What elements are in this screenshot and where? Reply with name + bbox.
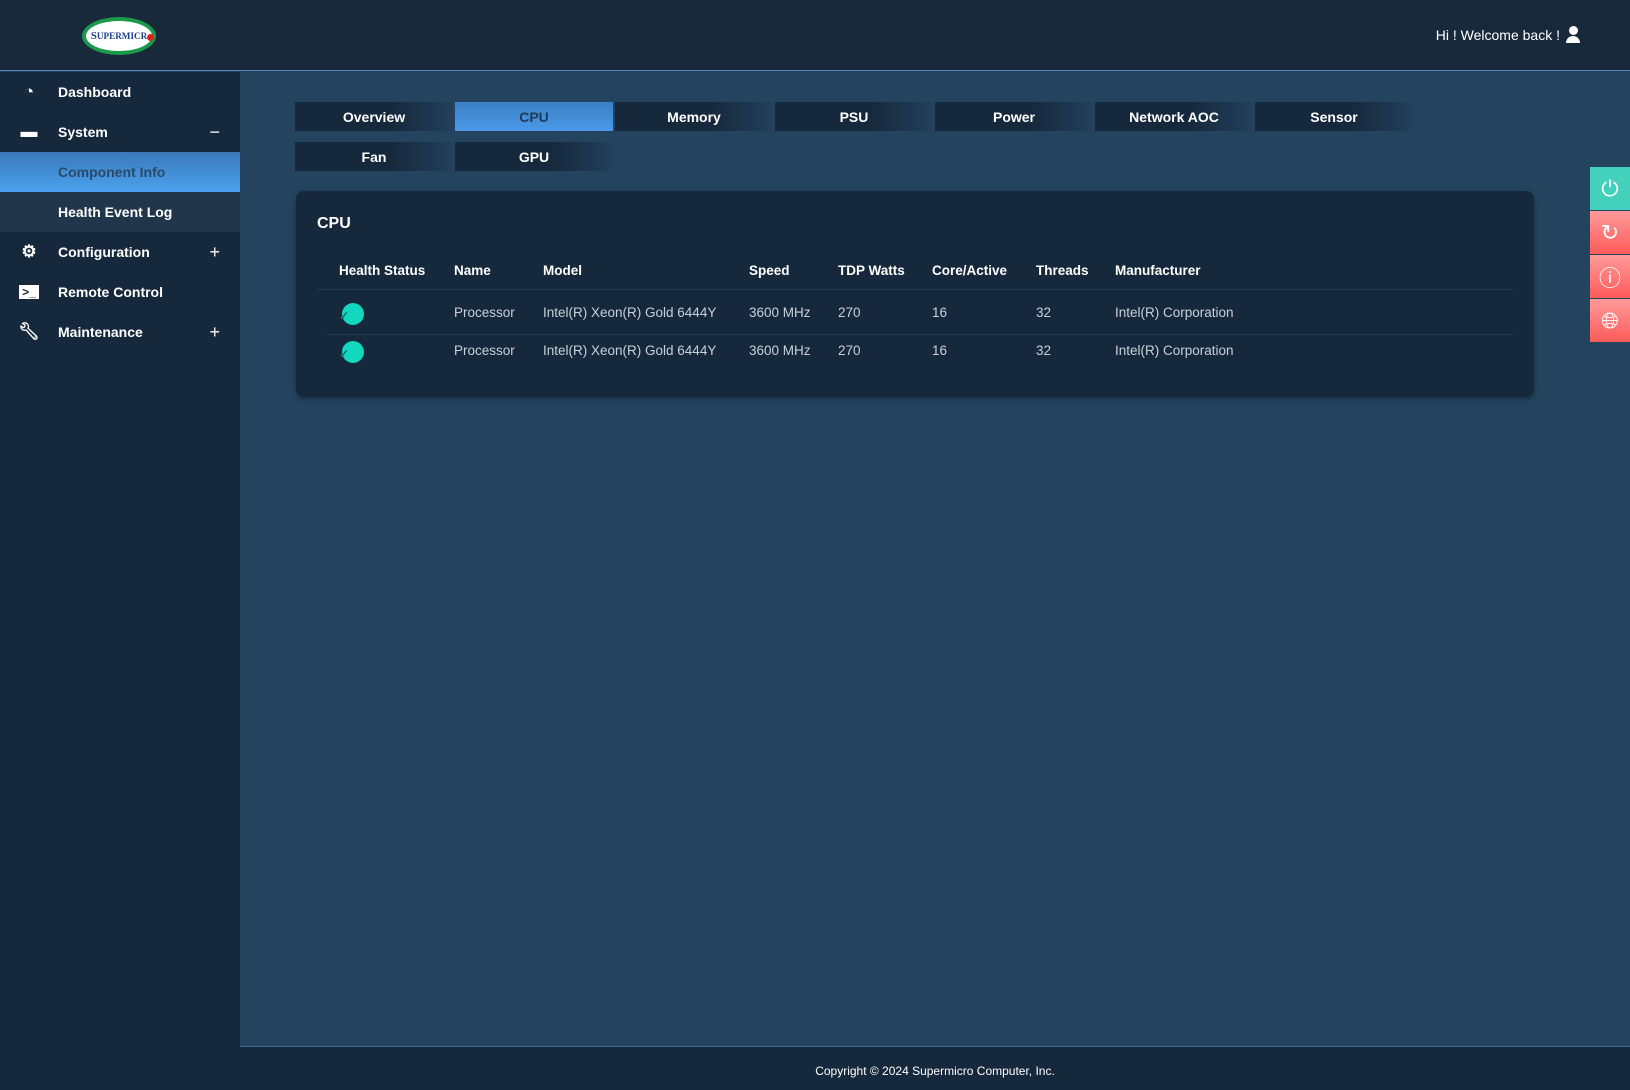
table-cell: 270 [838, 305, 861, 320]
table-cell: Intel(R) Corporation [1115, 343, 1234, 358]
gear-icon: ⚙ [21, 242, 37, 261]
sidebar-item-label: Remote Control [58, 284, 163, 300]
column-header[interactable]: TDP Watts [838, 263, 905, 278]
tab-overview[interactable]: Overview [295, 102, 453, 131]
health-ok-icon [339, 303, 364, 325]
table-cell: Processor [454, 343, 515, 358]
sidebar-item-dashboard[interactable]: ◔ Dashboard [0, 72, 240, 112]
table-cell: Intel(R) Corporation [1115, 305, 1234, 320]
table-cell: 16 [932, 305, 948, 320]
column-header[interactable]: Manufacturer [1115, 263, 1201, 278]
tab-sensor[interactable]: Sensor [1255, 102, 1413, 131]
sidebar-item-label: Component Info [58, 164, 166, 180]
column-header[interactable]: Name [454, 263, 491, 278]
sidebar-item-maintenance[interactable]: 🔧︎ Maintenance + [0, 312, 240, 352]
info-icon: ⓘ [1598, 265, 1621, 291]
table-cell: 3600 MHz [749, 343, 811, 358]
table-cell: Intel(R) Xeon(R) Gold 6444Y [543, 305, 717, 320]
tab-cpu[interactable]: CPU [455, 102, 613, 131]
language-button[interactable]: 🌐︎ [1590, 299, 1630, 342]
sidebar-item-label: Dashboard [58, 84, 132, 100]
tab-psu[interactable]: PSU [775, 102, 933, 131]
quick-actions: ⏻ ↻ ⓘ 🌐︎ [1590, 167, 1630, 343]
table-cell: 270 [838, 343, 861, 358]
column-header[interactable]: Threads [1036, 263, 1089, 278]
wrench-icon: 🔧︎ [18, 322, 40, 341]
tab-gpu[interactable]: GPU [455, 142, 613, 171]
sidebar-item-health-event-log[interactable]: Health Event Log [0, 192, 240, 232]
table-cell: 3600 MHz [749, 305, 811, 320]
card-title: CPU [317, 215, 351, 232]
sidebar-item-system[interactable]: ▬ System − [0, 112, 240, 152]
collapse-icon[interactable]: − [209, 122, 220, 143]
table-cell: Intel(R) Xeon(R) Gold 6444Y [543, 343, 717, 358]
health-ok-icon [339, 341, 364, 363]
info-button[interactable]: ⓘ [1590, 255, 1630, 298]
tab-power[interactable]: Power [935, 102, 1093, 131]
expand-icon[interactable]: + [209, 242, 220, 263]
welcome-message[interactable]: Hi ! Welcome back ! [1436, 26, 1580, 44]
table-cell: 32 [1036, 343, 1052, 358]
column-header[interactable]: Model [543, 263, 582, 278]
sidebar-item-remote-control[interactable]: >_ Remote Control [0, 272, 240, 312]
sidebar-item-component-info[interactable]: Component Info [0, 152, 240, 192]
column-header[interactable]: Speed [749, 263, 790, 278]
sidebar: ◔ Dashboard ▬ System − Component Info Healt… [0, 72, 240, 1090]
table-cell: 16 [932, 343, 948, 358]
cpu-card: CPU Health Status Name Model Speed TDP Watts… [296, 191, 1534, 397]
copyright-text: Copyright © 2024 Supermicro Computer, In… [815, 1064, 1055, 1078]
sidebar-item-label: Maintenance [58, 324, 143, 340]
column-header[interactable]: Health Status [339, 263, 425, 278]
power-button[interactable]: ⏻ [1590, 167, 1630, 210]
monitor-icon: ▬ [20, 122, 38, 141]
table-cell: Processor [454, 305, 515, 320]
sidebar-item-label: Health Event Log [58, 204, 173, 220]
globe-icon: 🌐︎ [1601, 307, 1619, 333]
terminal-icon: >_ [0, 285, 58, 299]
welcome-text: Hi ! Welcome back ! [1435, 27, 1560, 43]
sidebar-item-label: System [58, 124, 108, 140]
refresh-button[interactable]: ↻ [1590, 211, 1630, 254]
tab-memory[interactable]: Memory [615, 102, 773, 131]
supermicro-logo[interactable]: S UPERMICR [82, 17, 156, 55]
refresh-icon: ↻ [1600, 219, 1620, 245]
expand-icon[interactable]: + [209, 322, 220, 343]
header: S UPERMICR Hi ! Welcome back ! [0, 0, 1630, 71]
tab-network-aoc[interactable]: Network AOC [1095, 102, 1253, 131]
power-icon: ⏻ [1601, 175, 1619, 201]
dashboard-icon: ◔ [23, 82, 35, 101]
table-cell: 32 [1036, 305, 1052, 320]
column-header[interactable]: Core/Active [932, 263, 1007, 278]
tab-fan[interactable]: Fan [295, 142, 453, 171]
user-icon[interactable] [1566, 26, 1580, 44]
sidebar-item-label: Configuration [58, 244, 150, 260]
footer: Copyright © 2024 Supermicro Computer, In… [240, 1046, 1630, 1090]
sidebar-item-configuration[interactable]: ⚙ Configuration + [0, 232, 240, 272]
